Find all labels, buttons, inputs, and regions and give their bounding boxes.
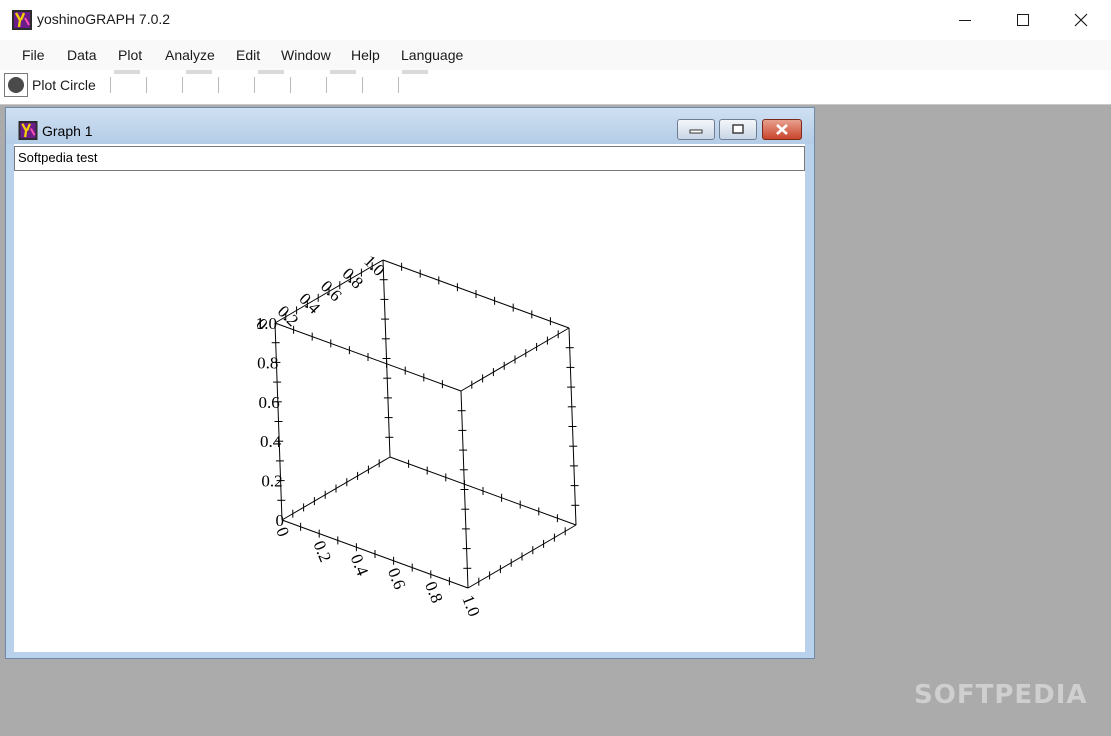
filled-circle-icon <box>8 77 24 93</box>
graph-canvas[interactable]: Softpedia test 0 0.2 0.4 0.6 0.8 1.0 0 0.2 0.4 0.… <box>14 144 805 652</box>
x-tick-label: 0.4 <box>347 552 373 579</box>
x-tick-label: 1.0 <box>458 592 484 619</box>
close-button[interactable] <box>1052 0 1110 40</box>
y-tick-label: 0.2 <box>274 302 302 330</box>
maximize-icon <box>1017 14 1029 26</box>
graph-close-button[interactable] <box>762 119 802 140</box>
graph-window-title-bar[interactable]: Graph 1 <box>6 108 814 144</box>
title-bar: yoshinoGRAPH 7.0.2 <box>0 0 1111 40</box>
z-tick-label: 0 <box>276 511 285 530</box>
graph-window: Graph 1 Softpedia test 0 0.2 0.4 0.6 0.8 1.0 0… <box>5 107 815 659</box>
graph-restore-button[interactable] <box>719 119 757 140</box>
x-tick-label: 0.6 <box>384 565 410 592</box>
toolbar-slot[interactable] <box>254 70 291 100</box>
x-tick-label: 0.8 <box>421 579 447 606</box>
x-tick-label: 0.2 <box>309 538 335 565</box>
app-window: yoshinoGRAPH 7.0.2 File Data Plot Analyz… <box>0 0 1111 736</box>
menu-bar: File Data Plot Analyze Edit Window Help … <box>0 40 1111 70</box>
minimize-icon <box>689 129 703 134</box>
maximize-icon <box>732 124 744 134</box>
app-title: yoshinoGRAPH 7.0.2 <box>37 11 171 27</box>
graph-minimize-button[interactable] <box>677 119 715 140</box>
yoshinograph-logo-icon <box>12 10 32 30</box>
menu-window[interactable]: Window <box>281 47 331 63</box>
maximize-button[interactable] <box>994 0 1052 40</box>
menu-language[interactable]: Language <box>401 47 463 63</box>
menu-file[interactable]: File <box>22 47 45 63</box>
z-tick-label: 0.6 <box>259 393 280 412</box>
toolbar-slot[interactable] <box>110 70 147 100</box>
softpedia-watermark: SOFTPEDIA <box>914 680 1088 710</box>
toolbar: Plot Circle <box>0 70 1111 105</box>
toolbar-slot[interactable] <box>326 70 363 100</box>
toolbar-slot[interactable] <box>182 70 219 100</box>
menu-help[interactable]: Help <box>351 47 380 63</box>
plot-area: 00.20.40.60.81.00 0.20.40.60.81.000.20.40… <box>252 251 580 619</box>
z-tick-label: 0.8 <box>257 353 278 372</box>
close-icon <box>776 124 788 135</box>
z-tick-label: 1.0 <box>256 314 277 333</box>
menu-plot[interactable]: Plot <box>118 47 142 63</box>
yoshinograph-logo-icon <box>18 121 38 140</box>
menu-analyze[interactable]: Analyze <box>165 47 215 63</box>
toolbar-slot[interactable] <box>398 70 428 100</box>
graph-window-title: Graph 1 <box>42 123 93 139</box>
plot-circle-button[interactable] <box>4 73 28 97</box>
menu-edit[interactable]: Edit <box>236 47 260 63</box>
close-icon <box>1074 13 1088 27</box>
z-tick-label: 0.2 <box>261 472 282 491</box>
menu-data[interactable]: Data <box>67 47 97 63</box>
minimize-icon <box>959 20 971 21</box>
z-tick-label: 0.4 <box>260 432 282 451</box>
plot-circle-label: Plot Circle <box>32 77 96 93</box>
minimize-button[interactable] <box>936 0 994 40</box>
